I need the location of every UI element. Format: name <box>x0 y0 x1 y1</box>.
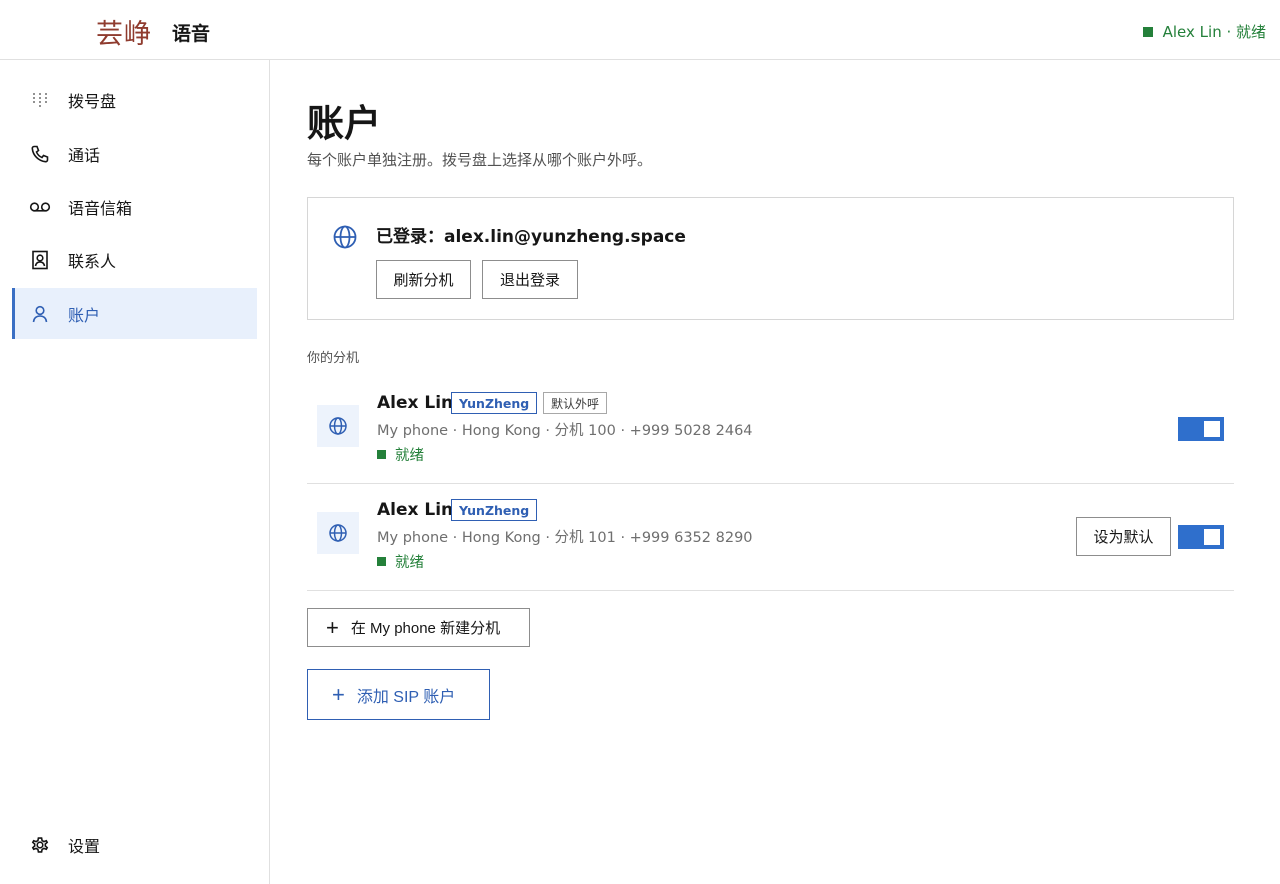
toggle-knob <box>1204 421 1220 437</box>
extension-status-text: 就绪 <box>395 448 424 464</box>
add-extension-label: 在 My phone 新建分机 <box>350 620 501 637</box>
status-indicator-icon <box>377 557 386 566</box>
user-status-text: Alex Lin · 就绪 <box>1162 23 1266 41</box>
plus-icon: + <box>326 614 339 640</box>
extension-status-text: 就绪 <box>395 555 424 571</box>
logout-button[interactable]: 退出登录 <box>482 260 578 299</box>
login-card: 已登录：alex.lin@yunzheng.space 刷新分机 退出登录 <box>307 197 1234 320</box>
extension-status: 就绪 <box>377 551 424 572</box>
gear-icon <box>29 834 51 856</box>
sidebar-item-voicemail[interactable]: 语音信箱 <box>12 181 257 232</box>
brand-tag: YunZheng <box>451 392 538 414</box>
sidebar-item-label: 账户 <box>68 305 101 325</box>
sidebar-item-accounts[interactable]: 账户 <box>12 288 257 339</box>
user-status: Alex Lin · 就绪 <box>1142 21 1266 42</box>
globe-icon <box>332 224 358 254</box>
sidebar-item-contacts[interactable]: 联系人 <box>12 234 257 285</box>
extension-row: Alex Lin YunZheng My phone · Hong Kong ·… <box>307 484 1234 591</box>
user-icon <box>29 303 51 325</box>
toggle-knob <box>1204 529 1220 545</box>
app-header: 芸峥 语音 Alex Lin · 就绪 <box>0 0 1280 60</box>
logo: 芸峥 <box>96 19 152 50</box>
refresh-extensions-button[interactable]: 刷新分机 <box>376 260 471 299</box>
status-indicator-icon <box>1142 26 1153 37</box>
add-sip-label: 添加 SIP 账户 <box>356 688 456 706</box>
extensions-section-label: 你的分机 <box>307 351 360 366</box>
extension-name: Alex Lin <box>377 500 454 520</box>
sidebar-item-label: 语音信箱 <box>68 198 133 218</box>
sidebar-item-settings[interactable]: 设置 <box>12 819 257 870</box>
default-outbound-tag: 默认外呼 <box>543 392 608 414</box>
sidebar-item-label: 联系人 <box>68 251 117 271</box>
set-default-button[interactable]: 设为默认 <box>1076 517 1171 556</box>
extension-detail: My phone · Hong Kong · 分机 101 · +999 635… <box>377 530 753 546</box>
brand-tag: YunZheng <box>451 499 538 521</box>
extension-toggle[interactable] <box>1178 417 1224 441</box>
sidebar-item-label: 设置 <box>68 836 101 856</box>
extension-globe-icon <box>317 512 359 554</box>
add-sip-account-button[interactable]: + 添加 SIP 账户 <box>307 669 490 720</box>
plus-icon: + <box>332 681 345 707</box>
extension-globe-icon <box>317 405 359 447</box>
contacts-icon <box>29 249 51 271</box>
sidebar-item-label: 拨号盘 <box>68 91 117 111</box>
sidebar: 拨号盘 通话 语音信箱 联系人 账户 设置 <box>0 60 270 884</box>
app-name: 语音 <box>172 23 211 45</box>
extension-detail: My phone · Hong Kong · 分机 100 · +999 502… <box>377 423 753 439</box>
sidebar-item-label: 通话 <box>68 145 101 165</box>
phone-icon <box>29 143 51 165</box>
dialpad-icon <box>29 89 51 111</box>
page-subtitle: 每个账户单独注册。拨号盘上选择从哪个账户外呼。 <box>307 151 653 169</box>
sidebar-item-calls[interactable]: 通话 <box>12 128 257 179</box>
page-title: 账户 <box>307 102 381 145</box>
login-status-text: 已登录：alex.lin@yunzheng.space <box>376 227 686 247</box>
extension-status: 就绪 <box>377 444 424 465</box>
extension-toggle[interactable] <box>1178 525 1224 549</box>
voicemail-icon <box>29 196 51 218</box>
sidebar-item-dialpad[interactable]: 拨号盘 <box>12 74 257 125</box>
extension-row: Alex Lin YunZheng 默认外呼 My phone · Hong K… <box>307 377 1234 484</box>
add-extension-button[interactable]: + 在 My phone 新建分机 <box>307 608 530 647</box>
status-indicator-icon <box>377 450 386 459</box>
extension-name: Alex Lin <box>377 393 454 413</box>
